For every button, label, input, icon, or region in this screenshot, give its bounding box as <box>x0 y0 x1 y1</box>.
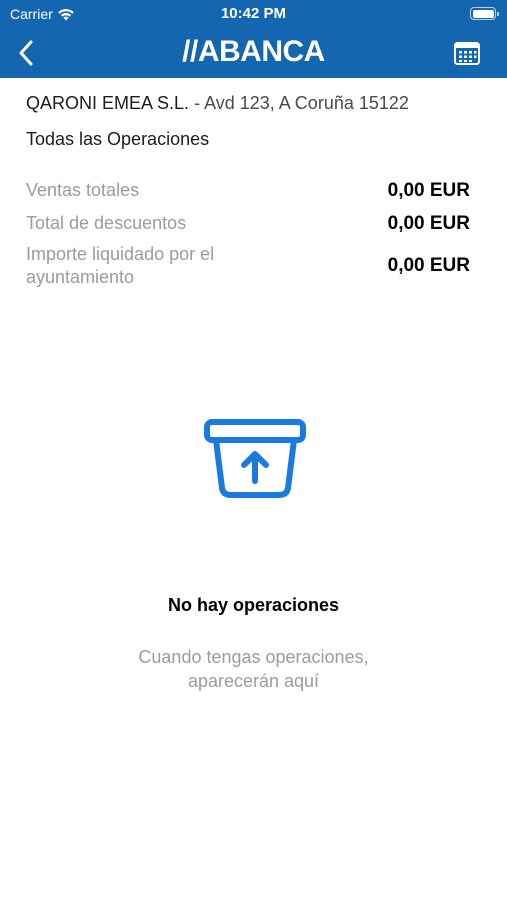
summary-value: 0,00 EUR <box>387 212 470 234</box>
summary-value: 0,00 EUR <box>387 255 470 276</box>
empty-state-title: No hay operaciones <box>167 595 340 615</box>
nav-bar: //ABANCA <box>0 28 507 78</box>
app-header: Carrier 10:42 PM //ABANCA <box>0 0 507 78</box>
summary-label: Total de descuentos <box>26 213 187 233</box>
merchant-address: - Avd 123, A Coruña 15122 <box>194 93 409 113</box>
calendar-icon <box>454 42 480 65</box>
battery-icon <box>470 7 499 20</box>
calendar-button[interactable] <box>453 40 481 66</box>
merchant-info: QARONI EMEA S.L. - Avd 123, A Coruña 151… <box>26 93 409 114</box>
summary-row-discounts: Total de descuentos 0,00 EUR <box>26 212 470 235</box>
empty-state-message: Cuando tengas operaciones, aparecerán aq… <box>0 645 507 693</box>
operations-filter-label: Todas las Operaciones <box>26 129 210 149</box>
summary-row-settled: Importe liquidado por el ayuntamiento 0,… <box>26 243 470 289</box>
summary-row-sales: Ventas totales 0,00 EUR <box>26 179 470 202</box>
empty-state-message-line: aparecerán aquí <box>187 671 320 691</box>
clock: 10:42 PM <box>220 5 287 22</box>
abanca-logo: //ABANCA <box>182 35 325 68</box>
summary-label: Importe liquidado por el ayuntamiento <box>26 244 215 287</box>
box-upload-icon <box>204 419 306 498</box>
status-bar: Carrier 10:42 PM <box>0 0 507 28</box>
merchant-name: QARONI EMEA S.L. <box>26 93 190 113</box>
summary-label: Ventas totales <box>26 180 140 200</box>
summary-value: 0,00 EUR <box>387 179 470 201</box>
empty-state-message-line: Cuando tengas operaciones, <box>138 647 369 667</box>
